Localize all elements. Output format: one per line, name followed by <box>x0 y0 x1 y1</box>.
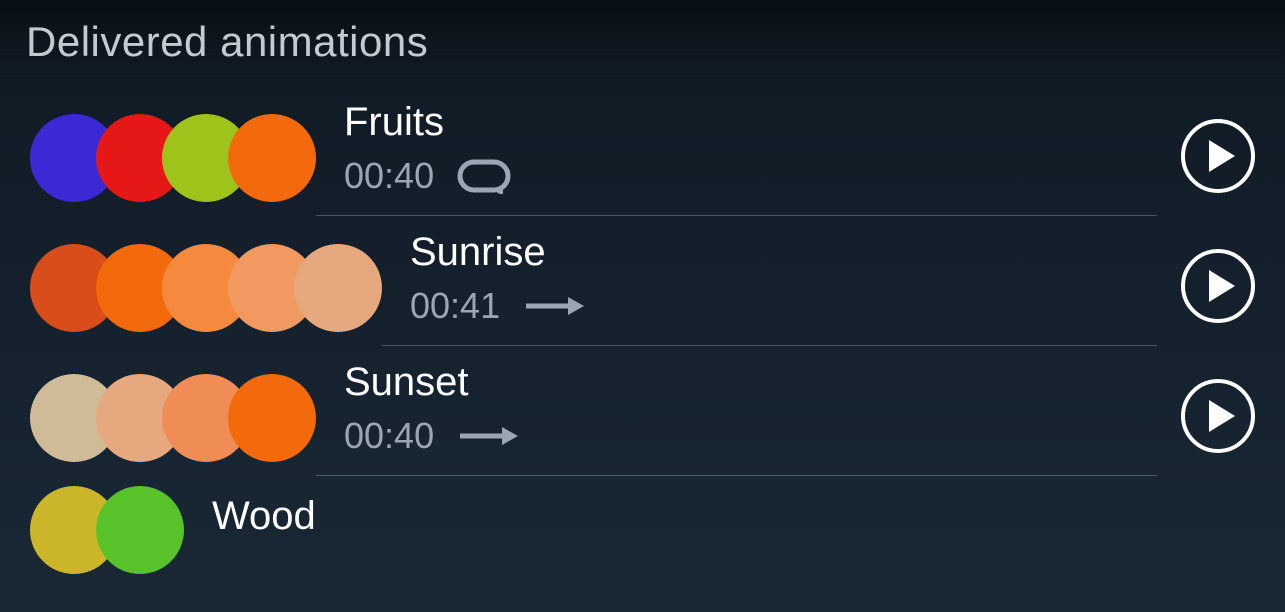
animation-info: Sunrise 00:41 <box>382 230 1157 346</box>
play-icon <box>1209 270 1235 302</box>
color-swatch <box>228 374 316 462</box>
animation-info: Wood <box>184 494 1243 567</box>
animation-name: Sunset <box>344 360 1157 405</box>
arrow-right-icon <box>456 424 520 448</box>
animation-row[interactable]: Fruits 00:40 <box>0 86 1285 216</box>
list-header: Delivered animations <box>0 0 1285 80</box>
color-swatch <box>294 244 382 332</box>
play-button[interactable] <box>1181 119 1255 193</box>
animation-info: Sunset 00:40 <box>316 360 1157 476</box>
section-title: Delivered animations <box>26 18 1259 66</box>
animation-meta: 00:41 <box>410 285 1157 327</box>
animation-name: Fruits <box>344 100 1157 145</box>
duration-label: 00:41 <box>410 285 500 327</box>
animations-list: Fruits 00:40 Sunrise <box>0 80 1285 574</box>
play-icon <box>1209 400 1235 432</box>
arrow-right-icon <box>522 294 586 318</box>
animation-meta: 00:40 <box>344 415 1157 457</box>
animation-name: Sunrise <box>410 230 1157 275</box>
animation-row[interactable]: Sunrise 00:41 <box>0 216 1285 346</box>
animation-info: Fruits 00:40 <box>316 100 1157 216</box>
color-swatch <box>228 114 316 202</box>
play-button[interactable] <box>1181 249 1255 323</box>
animation-row[interactable]: Wood <box>0 476 1285 574</box>
loop-icon <box>456 158 512 194</box>
play-icon <box>1209 140 1235 172</box>
duration-label: 00:40 <box>344 415 434 457</box>
play-button[interactable] <box>1181 379 1255 453</box>
color-swatches <box>30 114 316 202</box>
duration-label: 00:40 <box>344 155 434 197</box>
animation-meta: 00:40 <box>344 155 1157 197</box>
animation-row[interactable]: Sunset 00:40 <box>0 346 1285 476</box>
color-swatch <box>96 486 184 574</box>
color-swatches <box>30 374 316 462</box>
animation-name: Wood <box>212 494 1243 539</box>
color-swatches <box>30 244 382 332</box>
color-swatches <box>30 486 184 574</box>
